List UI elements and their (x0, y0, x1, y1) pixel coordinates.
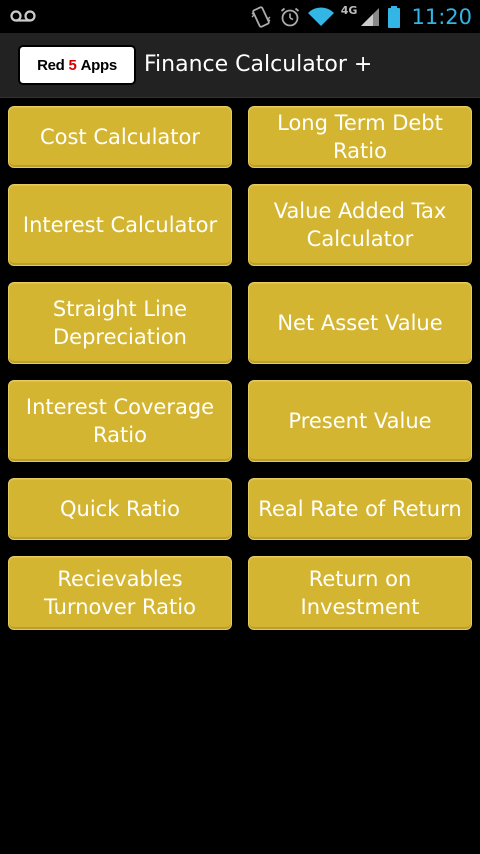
logo-text-red: Red (37, 56, 65, 74)
app-title: Finance Calculator + (144, 52, 373, 77)
alarm-icon (280, 7, 299, 26)
interest-coverage-ratio-button[interactable]: Interest Coverage Ratio (8, 380, 232, 462)
voicemail-icon (10, 10, 36, 22)
status-clock: 11:20 (411, 4, 472, 29)
logo-text-five: 5 (68, 56, 77, 74)
quick-ratio-button[interactable]: Quick Ratio (8, 478, 232, 540)
net-asset-value-button[interactable]: Net Asset Value (248, 282, 472, 364)
interest-calculator-button[interactable]: Interest Calculator (8, 184, 232, 266)
straight-line-depreciation-button[interactable]: Straight Line Depreciation (8, 282, 232, 364)
wifi-icon (307, 6, 334, 26)
network-type-label: 4G (340, 4, 358, 17)
present-value-button[interactable]: Present Value (248, 380, 472, 462)
receivables-turnover-ratio-button[interactable]: Recievables Turnover Ratio (8, 556, 232, 630)
return-on-investment-button[interactable]: Return on Investment (248, 556, 472, 630)
long-term-debt-ratio-button[interactable]: Long Term Debt Ratio (248, 106, 472, 168)
battery-icon (388, 5, 401, 28)
signal-icon (361, 7, 380, 26)
value-added-tax-calculator-button[interactable]: Value Added Tax Calculator (248, 184, 472, 266)
real-rate-of-return-button[interactable]: Real Rate of Return (248, 478, 472, 540)
cost-calculator-button[interactable]: Cost Calculator (8, 106, 232, 168)
logo-text-apps: Apps (80, 56, 118, 74)
app-logo[interactable]: Red 5 Apps (18, 45, 136, 85)
vibrate-icon (251, 5, 271, 28)
status-bar: 4G 11:20 (0, 0, 480, 33)
